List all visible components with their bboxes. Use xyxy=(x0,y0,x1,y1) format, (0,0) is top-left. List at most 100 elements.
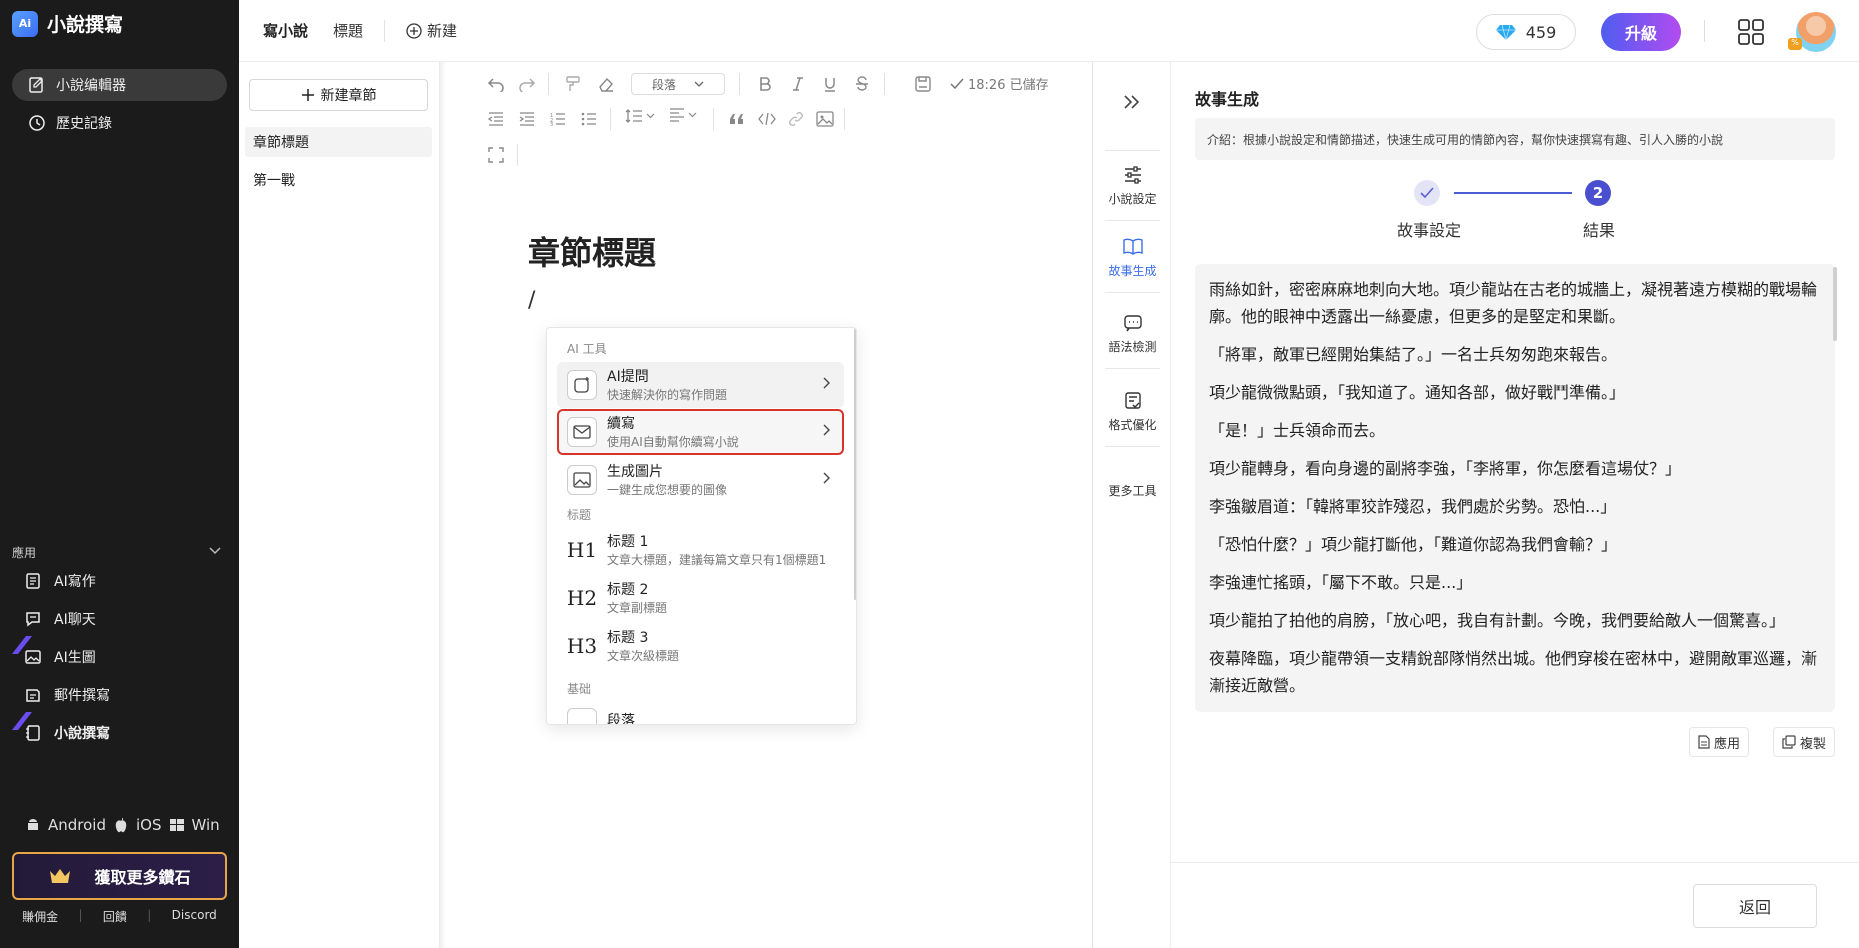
new-button[interactable]: 新建 xyxy=(406,20,457,41)
menu-item-subtitle: 一鍵生成您想要的圖像 xyxy=(607,483,728,497)
indent-button[interactable] xyxy=(516,108,538,130)
slash-command-menu: AI 工具 AI提問 快速解決你的寫作問題 續寫 使用AI自動幫你續寫小說 生成… xyxy=(546,327,857,725)
link-button[interactable] xyxy=(785,108,807,130)
sidebar-app-label: AI聊天 xyxy=(54,612,96,628)
collapse-panel-icon[interactable] xyxy=(1123,94,1141,110)
platform-ios[interactable]: iOS xyxy=(136,816,162,834)
tab-format-optimize[interactable]: 格式優化 xyxy=(1093,392,1172,433)
story-scrollbar[interactable] xyxy=(1833,267,1837,341)
sidebar-app-mail[interactable]: 郵件撰寫 xyxy=(24,680,110,710)
toolbar-separator xyxy=(548,73,549,95)
tab-write-novel[interactable]: 寫小說 xyxy=(263,20,308,41)
chapter-item[interactable]: 第一戰 xyxy=(245,165,432,195)
underline-icon xyxy=(825,78,835,92)
tab-title[interactable]: 標題 xyxy=(333,20,363,41)
save-button[interactable] xyxy=(912,73,934,95)
menu-group-label: 标题 xyxy=(567,508,592,522)
gem-balance[interactable]: 459 xyxy=(1476,14,1576,50)
menu-item-paragraph[interactable]: 段落 xyxy=(557,700,844,724)
quote-button[interactable] xyxy=(726,108,748,130)
upgrade-button[interactable]: 升級 xyxy=(1601,13,1681,51)
sidebar-nav-editor[interactable]: 小說编輯器 xyxy=(12,69,227,101)
image-insert-button[interactable] xyxy=(814,108,836,130)
menu-item-continue-writing[interactable]: 續寫 使用AI自動幫你續寫小說 xyxy=(557,409,844,455)
line-height-button[interactable] xyxy=(625,108,655,124)
outdent-button[interactable] xyxy=(485,108,507,130)
menu-item-ai-question[interactable]: AI提問 快速解決你的寫作問題 xyxy=(557,362,844,408)
panel-title: 故事生成 xyxy=(1195,90,1260,109)
format-painter-button[interactable] xyxy=(562,73,584,95)
sidebar-app-ai-image[interactable]: AI生圖 xyxy=(12,636,96,672)
step-2-current: 2 xyxy=(1585,180,1611,206)
platform-android[interactable]: Android xyxy=(48,816,106,834)
redo-button[interactable] xyxy=(516,73,538,95)
clear-format-button[interactable] xyxy=(595,73,617,95)
menu-item-subtitle: 快速解決你的寫作問題 xyxy=(607,388,728,402)
tab-more-tools[interactable]: 更多工具 xyxy=(1093,482,1172,499)
image-icon xyxy=(567,465,597,495)
apply-button[interactable]: 應用 xyxy=(1689,727,1750,757)
tab-separator xyxy=(1105,150,1160,151)
fullscreen-button[interactable] xyxy=(485,144,507,166)
italic-button[interactable] xyxy=(787,73,809,95)
android-icon[interactable] xyxy=(26,817,40,833)
redo-icon xyxy=(519,78,536,92)
sidebar-app-ai-writing[interactable]: AI寫作 xyxy=(24,566,96,596)
new-chapter-button[interactable]: 新建章節 xyxy=(249,79,428,111)
story-paragraph: 李強皺眉道：「韓將軍狡詐殘忍，我們處於劣勢。恐怕...」 xyxy=(1209,497,1617,516)
footer-link-discord[interactable]: Discord xyxy=(172,908,217,925)
tab-separator xyxy=(1105,446,1160,447)
get-diamonds-button[interactable]: 獲取更多鑽石 xyxy=(12,852,227,900)
bold-button[interactable] xyxy=(754,73,776,95)
code-button[interactable] xyxy=(756,108,778,130)
sidebar-nav-history[interactable]: 歷史記錄 xyxy=(12,107,227,139)
menu-item-heading-2[interactable]: H2 标题 2 文章副標題 xyxy=(557,575,844,621)
ordered-list-button[interactable]: 123 xyxy=(547,108,569,130)
brand[interactable]: Ai 小說撰寫 xyxy=(12,10,123,37)
undo-button[interactable] xyxy=(485,73,507,95)
toolbar-separator xyxy=(713,108,714,130)
apple-icon[interactable] xyxy=(114,817,128,833)
chevron-down-icon[interactable] xyxy=(208,545,222,555)
generated-story[interactable]: 雨絲如針，密密麻麻地刺向大地。項少龍站在古老的城牆上，凝視著遠方模糊的戰場輪廓。… xyxy=(1195,264,1835,712)
heading-3-icon: H3 xyxy=(567,631,597,661)
paragraph-select[interactable]: 段落 xyxy=(631,73,725,95)
avatar-badge: % xyxy=(1788,38,1802,50)
new-label: 新建 xyxy=(427,22,458,40)
platform-win[interactable]: Win xyxy=(192,816,220,834)
tab-grammar-check[interactable]: 語法檢測 xyxy=(1093,314,1172,355)
step-1-done[interactable] xyxy=(1414,180,1440,206)
step-2-label: 結果 xyxy=(1583,221,1616,240)
tab-story-generation[interactable]: 故事生成 xyxy=(1093,238,1172,279)
chapter-item[interactable]: 章節標題 xyxy=(245,127,432,157)
menu-item-heading-3[interactable]: H3 标题 3 文章次級標題 xyxy=(557,623,844,669)
tab-label: 更多工具 xyxy=(1108,484,1157,498)
align-button[interactable] xyxy=(669,108,697,122)
menu-item-heading-1[interactable]: H1 标题 1 文章大標題，建議每篇文章只有1個標題1 xyxy=(557,527,844,573)
sidebar-app-novel[interactable]: 小說撰寫 xyxy=(12,712,110,748)
eraser-icon xyxy=(599,77,613,92)
tab-novel-settings[interactable]: 小說設定 xyxy=(1093,166,1172,207)
menu-item-generate-image[interactable]: 生成圖片 一鍵生成您想要的圖像 xyxy=(557,457,844,503)
sidebar-app-ai-chat[interactable]: AI聊天 xyxy=(24,604,96,634)
strikethrough-icon xyxy=(856,76,868,91)
story-generation-panel: 故事生成 介紹：根據小說設定和情節描述，快速生成可用的情節內容，幫你快速撰寫有趣… xyxy=(1171,62,1859,948)
underline-button[interactable] xyxy=(819,73,841,95)
tab-separator xyxy=(1105,292,1160,293)
back-button[interactable]: 返回 xyxy=(1693,884,1817,928)
copy-button[interactable]: 複製 xyxy=(1773,727,1836,757)
document-title[interactable]: 章節標題 xyxy=(528,228,656,274)
menu-item-title: AI提問 xyxy=(607,369,649,385)
story-paragraph: 「是！」士兵領命而去。 xyxy=(1209,421,1386,440)
apps-grid-icon[interactable] xyxy=(1738,19,1764,45)
avatar[interactable] xyxy=(1796,12,1836,52)
strikethrough-button[interactable] xyxy=(851,73,873,95)
bullet-list-button[interactable] xyxy=(578,108,600,130)
chevron-down-icon xyxy=(694,81,704,87)
windows-icon[interactable] xyxy=(169,818,184,832)
step-connector xyxy=(1454,192,1572,194)
editor-input-line[interactable]: / xyxy=(528,288,535,313)
menu-scrollbar[interactable] xyxy=(854,328,856,600)
footer-link-commission[interactable]: 賺佣金 xyxy=(22,908,58,925)
footer-link-feedback[interactable]: 回饋 xyxy=(103,908,127,925)
